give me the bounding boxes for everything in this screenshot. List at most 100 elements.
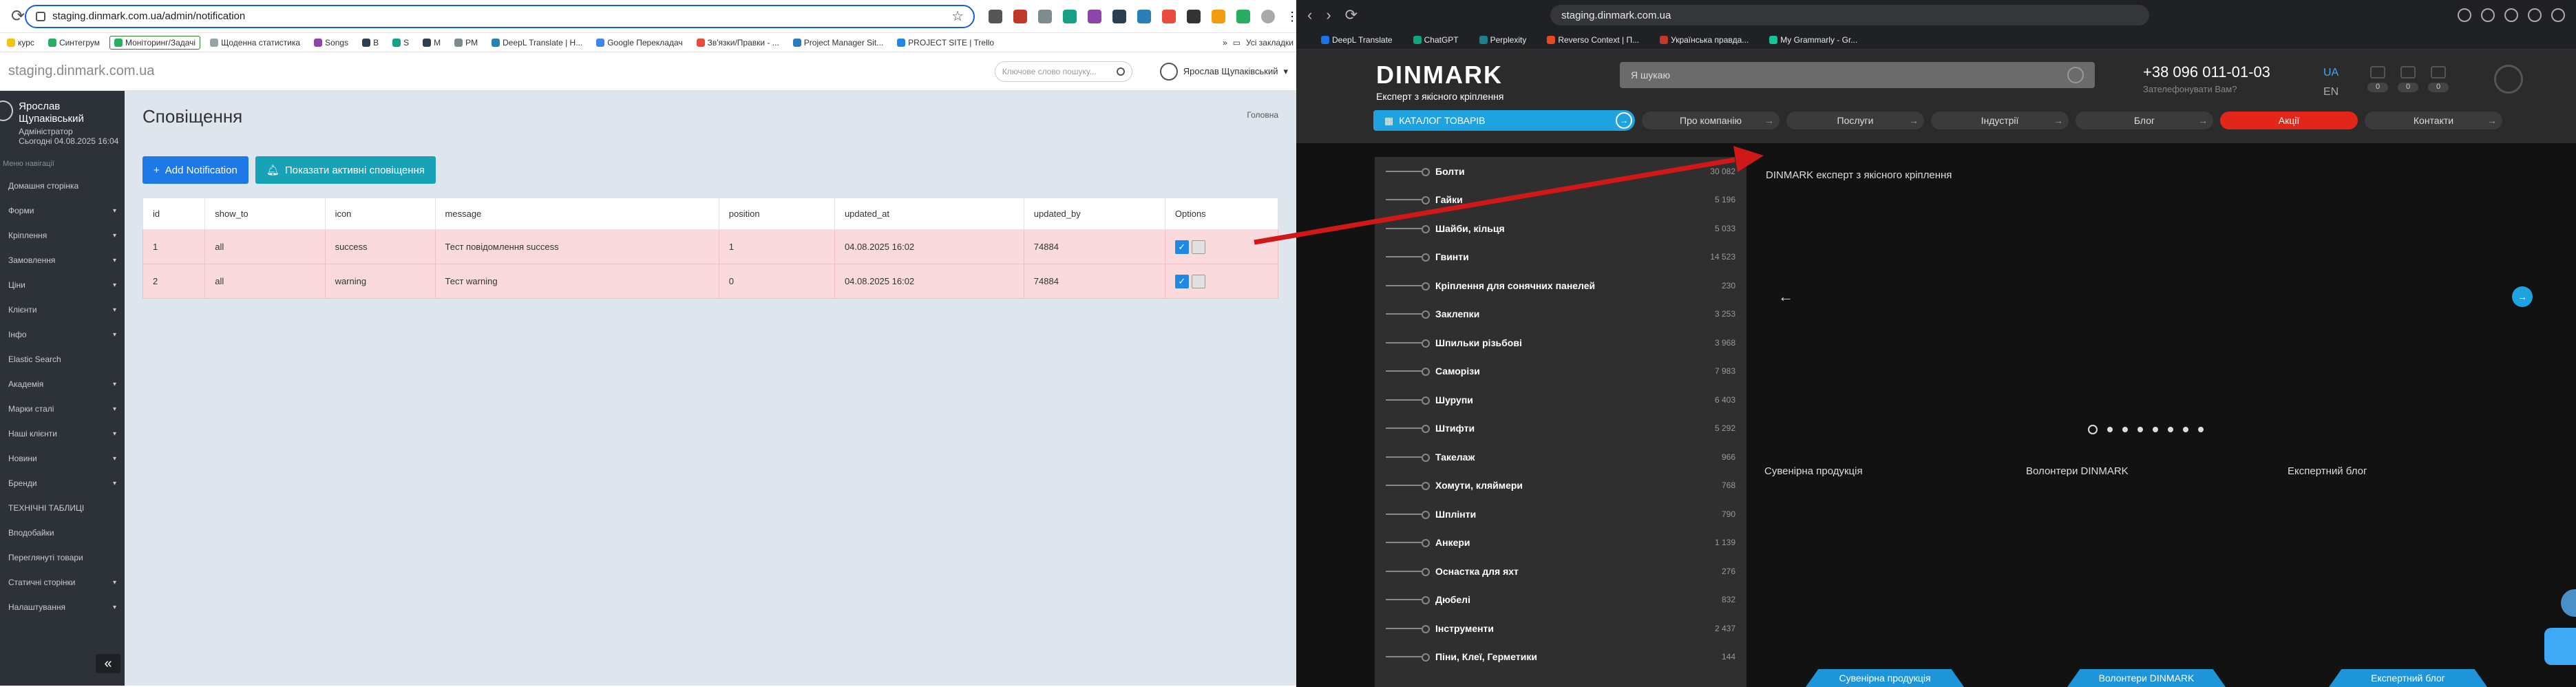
catalog-item[interactable]: Шплінти 790: [1375, 500, 1746, 529]
slider-dot[interactable]: [2198, 427, 2204, 432]
bookmark-item[interactable]: ChatGPT: [1409, 34, 1463, 46]
sidebar-item[interactable]: Замовлення ▾: [0, 248, 125, 273]
sidebar-item[interactable]: Статичні сторінки ▾: [0, 570, 125, 595]
bookmark-star-icon[interactable]: ☆: [951, 8, 964, 25]
extension-icon[interactable]: [1187, 9, 1201, 23]
sidebar-item[interactable]: Бренди ▾: [0, 471, 125, 496]
edit-check-icon[interactable]: ✓: [1174, 274, 1189, 288]
bookmark-item[interactable]: Синтегрум: [44, 36, 104, 49]
extension-icon[interactable]: [2504, 8, 2518, 22]
sidebar-item[interactable]: Новини ▾: [0, 446, 125, 471]
catalog-item[interactable]: Шурупи 6 403: [1375, 385, 1746, 414]
sidebar-collapse-button[interactable]: «: [96, 654, 120, 673]
sidebar-item[interactable]: Клієнти ▾: [0, 297, 125, 322]
account-icon[interactable]: [2494, 65, 2523, 94]
sidebar-item[interactable]: Вподобайки: [0, 520, 125, 545]
callback-link[interactable]: Зателефонувати Вам?: [2143, 84, 2270, 94]
nav-item[interactable]: Акції: [2220, 112, 2358, 129]
sidebar-item[interactable]: Форми ▾: [0, 198, 125, 223]
breadcrumb-home[interactable]: Головна: [1247, 110, 1278, 120]
extension-icon[interactable]: [1162, 9, 1176, 23]
lang-ua[interactable]: UA: [2323, 63, 2339, 83]
catalog-item[interactable]: Штифти 5 292: [1375, 414, 1746, 443]
slider-dot[interactable]: [2107, 427, 2113, 432]
extension-icon[interactable]: [1137, 9, 1152, 23]
bookmark-item[interactable]: My Grammarly - Gr...: [1765, 34, 1861, 46]
show-active-notifications-button[interactable]: 🔔︎ Показати активні сповіщення: [255, 156, 436, 184]
extension-icon[interactable]: [1236, 9, 1251, 23]
extension-icon[interactable]: [2551, 8, 2565, 22]
bookmark-item[interactable]: DeepL Translate | Н...: [487, 36, 587, 49]
menu-kebab-icon[interactable]: ⋮: [1286, 10, 1296, 23]
promo-tile[interactable]: Волонтери DINMARK Волонтери DINMARK: [2026, 465, 2260, 687]
bookmark-item[interactable]: Українська правда...: [1656, 34, 1753, 46]
catalog-item[interactable]: Болти 30 082: [1375, 157, 1746, 186]
catalog-item[interactable]: Оснастка для яхт 276: [1375, 557, 1746, 586]
sidebar-item[interactable]: Налаштування ▾: [0, 595, 125, 620]
forward-icon[interactable]: ›: [1326, 6, 1331, 24]
bookmark-item[interactable]: DeepL Translate: [1317, 34, 1397, 46]
sidebar-item[interactable]: Академія ▾: [0, 372, 125, 397]
heart-button[interactable]: 0: [2367, 66, 2388, 92]
cart-button[interactable]: 0: [2428, 66, 2449, 92]
catalog-item[interactable]: Саморізи 7 983: [1375, 357, 1746, 386]
all-bookmarks-link[interactable]: Усі закладки: [1246, 38, 1294, 47]
bookmark-item[interactable]: PM: [450, 36, 482, 49]
chat-widget[interactable]: [2544, 628, 2576, 665]
sidebar-item[interactable]: Elastic Search: [0, 347, 125, 372]
extension-icon[interactable]: [2528, 8, 2542, 22]
catalog-item[interactable]: Хомути, кляймери 768: [1375, 472, 1746, 500]
sidebar-item[interactable]: Домашня сторінка: [0, 173, 125, 198]
slider-dot[interactable]: [2137, 427, 2143, 432]
slider-prev-arrow[interactable]: ←: [1778, 288, 1793, 306]
reload-icon[interactable]: ⟳: [1345, 6, 1358, 24]
bookmark-item[interactable]: Зв'язки/Правки - ...: [693, 36, 783, 49]
extension-icon[interactable]: [1212, 9, 1226, 23]
edit-check-icon[interactable]: ✓: [1174, 240, 1189, 254]
bookmark-item[interactable]: Project Manager Sit...: [789, 36, 887, 49]
catalog-item[interactable]: Такелаж 966: [1375, 443, 1746, 472]
bookmark-item[interactable]: M: [419, 36, 445, 49]
slider-dot[interactable]: [2088, 425, 2098, 434]
extension-icon[interactable]: [989, 9, 1003, 23]
catalog-item[interactable]: Заклепки 3 253: [1375, 300, 1746, 329]
site-name[interactable]: staging.dinmark.com.ua: [8, 63, 154, 79]
profile-avatar[interactable]: [1261, 9, 1276, 23]
search-icon[interactable]: [1116, 67, 1125, 76]
nav-item[interactable]: Блог →: [2076, 112, 2213, 129]
bookmark-item[interactable]: B: [358, 36, 383, 49]
sidebar-item[interactable]: Переглянуті товари: [0, 545, 125, 570]
extension-icon[interactable]: [1013, 9, 1028, 23]
extension-icon[interactable]: [1088, 9, 1102, 23]
site-logo[interactable]: DINMARK Експерт з якісного кріплення: [1376, 61, 1504, 102]
catalog-item[interactable]: Гайки 5 196: [1375, 186, 1746, 215]
slider-next-arrow[interactable]: →: [2512, 286, 2533, 307]
slider-dot[interactable]: [2183, 427, 2188, 432]
delete-icon[interactable]: [1191, 240, 1205, 254]
back-icon[interactable]: ‹: [1307, 6, 1312, 24]
admin-search-input[interactable]: Ключове слово пошуку...: [994, 61, 1132, 82]
catalog-item[interactable]: Дюбелі 832: [1375, 586, 1746, 615]
nav-item[interactable]: Контакти →: [2365, 112, 2502, 129]
address-bar[interactable]: staging.dinmark.com.ua/admin/notificatio…: [25, 4, 975, 28]
catalog-item[interactable]: Кріплення для сонячних панелей 230: [1375, 271, 1746, 300]
promo-tile[interactable]: Сувенірна продукція Сувенірна продукція: [1764, 465, 1998, 687]
catalog-button[interactable]: ▦ КАТАЛОГ ТОВАРІВ →: [1373, 110, 1635, 131]
slider-dot[interactable]: [2168, 427, 2173, 432]
extension-icon[interactable]: [2481, 8, 2495, 22]
nav-item[interactable]: Індустрії →: [1931, 112, 2069, 129]
bookmarks-more[interactable]: »: [1223, 38, 1227, 47]
reload-icon[interactable]: ⟳: [11, 6, 25, 26]
bookmark-item[interactable]: Google Перекладач: [592, 36, 686, 49]
phone-block[interactable]: +38 096 011-01-03 Зателефонувати Вам?: [2143, 63, 2270, 94]
site-search-input[interactable]: Я шукаю: [1620, 62, 2095, 88]
bookmark-item[interactable]: S: [388, 36, 413, 49]
catalog-item[interactable]: Шайби, кільця 5 033: [1375, 214, 1746, 243]
catalog-item[interactable]: Інструменти 2 437: [1375, 614, 1746, 643]
slider-dot[interactable]: [2153, 427, 2158, 432]
bookmark-item[interactable]: Perplexity: [1475, 34, 1531, 46]
admin-user-menu[interactable]: Ярослав Щупаківський ▾: [1159, 62, 1288, 81]
catalog-item[interactable]: Гвинти 14 523: [1375, 243, 1746, 272]
add-notification-button[interactable]: + Add Notification: [142, 156, 249, 184]
compare-button[interactable]: 0: [2398, 66, 2418, 92]
